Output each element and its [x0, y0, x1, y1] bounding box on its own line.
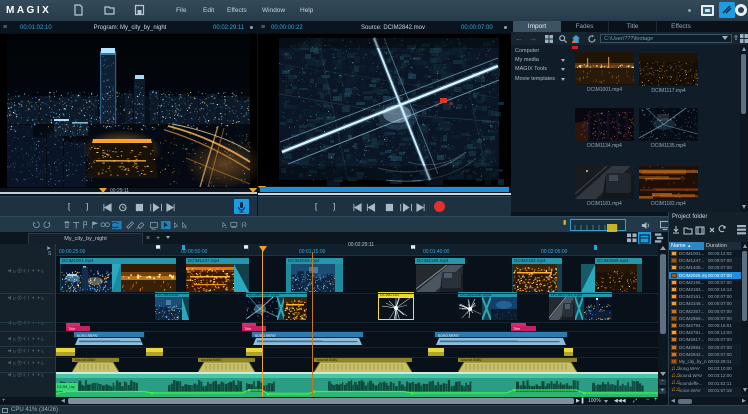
- svg-text:S: S: [13, 349, 16, 355]
- svg-text:S: S: [13, 337, 16, 343]
- svg-text:S: S: [13, 361, 16, 367]
- svg-text:S: S: [13, 373, 16, 379]
- svg-text:S: S: [13, 269, 16, 275]
- svg-text:S: S: [13, 296, 16, 302]
